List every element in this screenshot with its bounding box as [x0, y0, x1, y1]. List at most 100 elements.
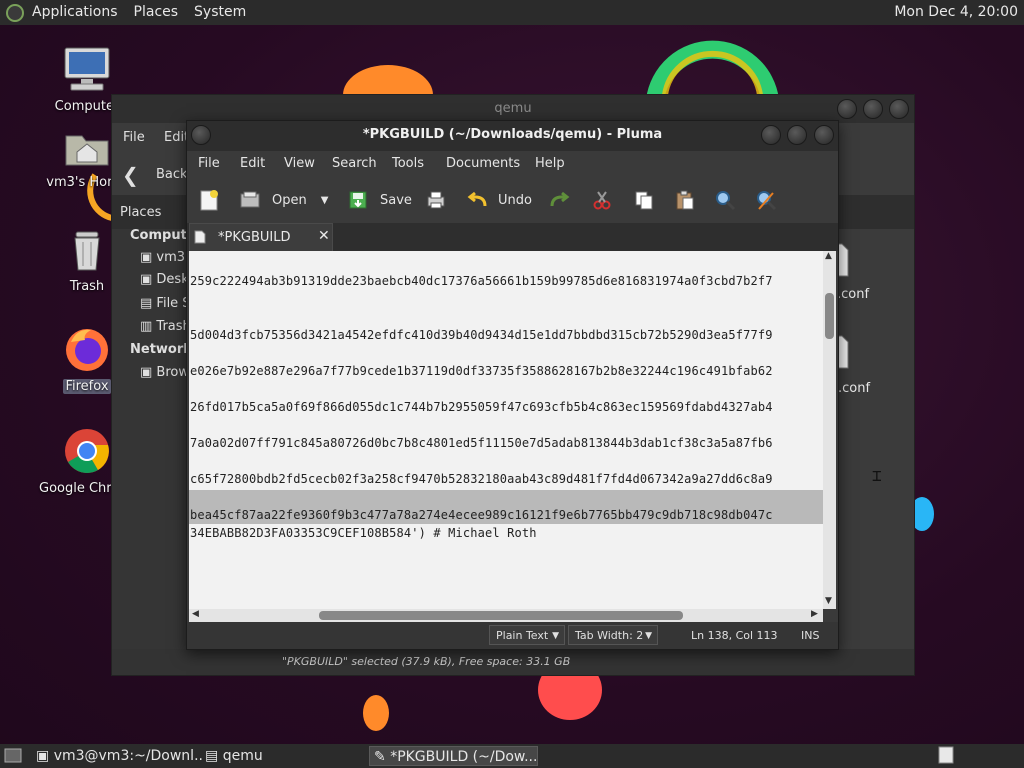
menu-tools[interactable]: Tools — [392, 156, 424, 171]
language-label: Plain Text — [496, 629, 549, 642]
scroll-up-icon[interactable]: ▲ — [825, 251, 832, 261]
code-line: e026e7b92e887e296a7f77b9cede1b37119d0df3… — [190, 364, 773, 378]
paste-button[interactable] — [674, 187, 696, 213]
menu-view[interactable]: View — [284, 156, 315, 171]
show-desktop-icon — [4, 748, 22, 763]
cut-button[interactable] — [591, 187, 613, 213]
minimize-button[interactable] — [837, 99, 857, 119]
taskbar-item-label: *PKGBUILD (~/Dow... — [390, 749, 538, 765]
back-button[interactable]: Back — [156, 167, 188, 182]
save-label: Save — [380, 192, 412, 208]
scroll-left-icon[interactable]: ◀ — [192, 609, 199, 619]
sidebar-item-vm3[interactable]: ▣ vm3 — [140, 247, 185, 269]
status-text: "PKGBUILD" selected (37.9 kB), Free spac… — [282, 655, 571, 668]
tab-pkgbuild[interactable]: *PKGBUILD ✕ — [189, 223, 333, 251]
menu-search[interactable]: Search — [332, 156, 377, 171]
tab-label: *PKGBUILD — [218, 230, 291, 245]
trash-icon: ▥ — [140, 319, 157, 334]
scrollbar-thumb[interactable] — [825, 293, 834, 339]
back-arrow-icon[interactable]: ❮ — [122, 163, 139, 187]
mate-logo-icon[interactable] — [6, 3, 24, 22]
save-icon — [349, 191, 367, 209]
menu-help[interactable]: Help — [535, 156, 565, 171]
redo-icon — [550, 191, 570, 207]
redo-button[interactable] — [549, 187, 571, 213]
horizontal-scrollbar[interactable]: ◀ ▶ — [189, 609, 823, 622]
paste-icon — [676, 190, 694, 210]
applications-menu[interactable]: Applications — [24, 0, 126, 25]
menu-edit[interactable]: Edit — [240, 156, 265, 171]
workspace-switcher[interactable] — [938, 746, 956, 766]
open-button[interactable]: Open ▼ — [239, 187, 328, 213]
chevron-down-icon[interactable]: ▼ — [321, 195, 329, 206]
taskbar-item-pluma[interactable]: ✎ *PKGBUILD (~/Dow... — [369, 746, 538, 766]
folder-icon: ▤ — [205, 748, 223, 764]
window-menu-button[interactable] — [191, 125, 211, 145]
system-menu[interactable]: System — [186, 0, 254, 25]
toolbar: Open ▼ Save Undo — [187, 179, 838, 221]
scroll-right-icon[interactable]: ▶ — [811, 609, 818, 619]
firefox-icon — [66, 329, 108, 371]
text-editor-icon: ✎ — [374, 749, 391, 765]
new-button[interactable] — [198, 187, 220, 213]
tab-bar: *PKGBUILD ✕ — [187, 223, 838, 251]
replace-button[interactable] — [755, 187, 777, 213]
menu-file[interactable]: File — [123, 130, 145, 145]
status-bar: "PKGBUILD" selected (37.9 kB), Free spac… — [112, 649, 914, 675]
sidebar-item-trash[interactable]: ▥ Trash — [140, 316, 191, 338]
places-label[interactable]: Places — [120, 205, 161, 220]
text-editor[interactable]: 259c222494ab3b91319dde23baebcb40dc17376a… — [189, 251, 823, 609]
copy-button[interactable] — [633, 187, 655, 213]
language-selector[interactable]: Plain Text ▼ — [489, 625, 565, 645]
places-menu[interactable]: Places — [126, 0, 187, 25]
code-line: 5d004d3fcb75356d3421a4542efdfc410d39b40d… — [190, 328, 773, 342]
maximize-button[interactable] — [787, 125, 807, 145]
text-editor-window[interactable]: *PKGBUILD (~/Downloads/qemu) - Pluma Fil… — [186, 120, 839, 650]
taskbar-item-qemu[interactable]: ▤ qemu — [205, 746, 365, 766]
close-button[interactable] — [814, 125, 834, 145]
close-tab-icon[interactable]: ✕ — [318, 228, 330, 244]
folder-icon: ▣ — [140, 250, 157, 265]
chevron-down-icon: ▼ — [552, 631, 559, 641]
window-title: *PKGBUILD (~/Downloads/qemu) - Pluma — [187, 121, 838, 151]
print-button[interactable] — [425, 187, 447, 213]
maximize-button[interactable] — [863, 99, 883, 119]
desktop-icon: ▣ — [140, 272, 157, 287]
search-icon — [716, 191, 736, 211]
undo-label: Undo — [498, 192, 532, 208]
scroll-down-icon[interactable]: ▼ — [825, 596, 832, 606]
menubar: File Edit View Search Tools Documents He… — [187, 151, 838, 177]
chevron-down-icon: ▼ — [645, 631, 652, 641]
drive-icon: ▤ — [140, 296, 157, 311]
scrollbar-thumb[interactable] — [319, 611, 683, 620]
taskbar-item-terminal[interactable]: ▣ vm3@vm3:~/Downl... — [36, 746, 202, 766]
undo-button[interactable]: Undo — [466, 187, 532, 213]
open-label: Open — [272, 192, 307, 208]
document-icon — [194, 230, 206, 244]
top-panel: Applications Places System Mon Dec 4, 20… — [0, 0, 1024, 25]
code-line: 7a0a02d07ff791c845a80726d0bc7b8c4801ed5f… — [190, 436, 773, 450]
sidebar: Computer ▣ vm3 ▣ Desktop ▤ File System ▥… — [112, 228, 262, 649]
clock[interactable]: Mon Dec 4, 20:00 — [894, 0, 1018, 25]
menu-file[interactable]: File — [198, 156, 220, 171]
network-icon: ▣ — [140, 365, 157, 380]
search-button[interactable] — [714, 187, 736, 213]
text-cursor-icon: ⌶ — [872, 466, 882, 485]
trash-icon — [74, 231, 100, 271]
menu-documents[interactable]: Documents — [446, 156, 520, 171]
printer-icon — [427, 191, 445, 209]
code-line: 26fd017b5ca5a0f69f866d055dc1c744b7b29550… — [190, 400, 773, 414]
vertical-scrollbar[interactable]: ▲ ▼ — [823, 251, 836, 609]
desktop-icon-label: Trash — [69, 279, 105, 294]
monitor-icon — [64, 47, 110, 91]
show-desktop-button[interactable] — [4, 746, 24, 766]
code-line: 34EBABB82D3FA03353C9CEF108B584') # Micha… — [190, 526, 537, 540]
tab-width-selector[interactable]: Tab Width: 2 ▼ — [568, 625, 658, 645]
save-button[interactable]: Save — [347, 187, 412, 213]
close-button[interactable] — [889, 99, 909, 119]
minimize-button[interactable] — [761, 125, 781, 145]
home-folder-icon — [65, 135, 109, 166]
code-line: 259c222494ab3b91319dde23baebcb40dc17376a… — [190, 274, 773, 288]
file-label[interactable]: .conf — [837, 287, 869, 302]
copy-icon — [635, 191, 653, 210]
